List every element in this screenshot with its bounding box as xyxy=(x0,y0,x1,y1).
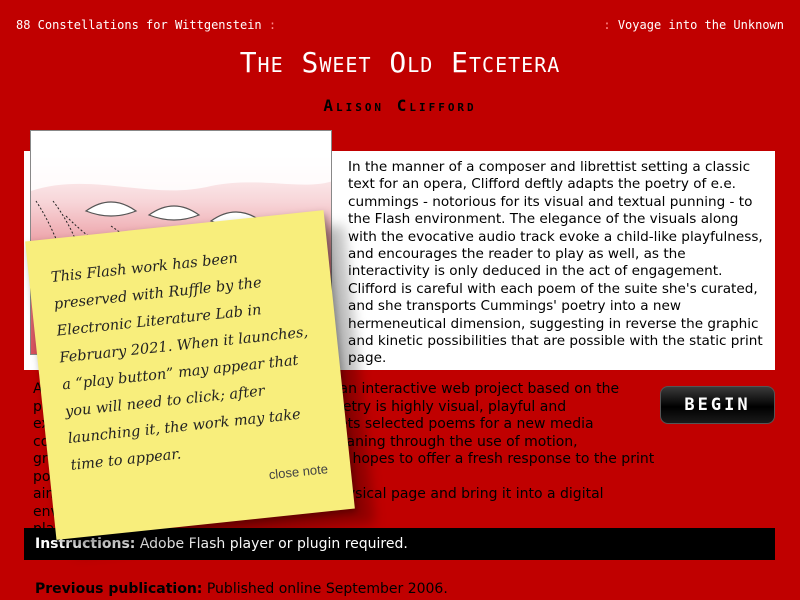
nav-previous-work[interactable]: 88 Constellations for Wittgenstein : xyxy=(16,18,276,32)
nav-separator: : xyxy=(603,18,611,32)
page-title: The Sweet Old Etcetera xyxy=(239,46,561,79)
author-name: Alison Clifford xyxy=(323,96,477,115)
begin-button[interactable]: BEGIN xyxy=(660,386,775,424)
nav-next-work[interactable]: : Voyage into the Unknown xyxy=(603,18,784,32)
close-note-link[interactable]: close note xyxy=(268,461,329,482)
nav-previous-label: 88 Constellations for Wittgenstein xyxy=(16,18,262,32)
previous-publication-label: Previous publication: xyxy=(35,581,203,597)
nav-separator: : xyxy=(268,18,277,32)
sticky-note: This Flash work has been preserved with … xyxy=(25,210,355,540)
previous-publication-text: Published online September 2006. xyxy=(206,581,448,597)
sticky-note-text: This Flash work has been preserved with … xyxy=(50,250,309,474)
description-text: In the manner of a composer and libretti… xyxy=(348,159,763,367)
nav-next-label: Voyage into the Unknown xyxy=(617,18,784,32)
previous-publication: Previous publication: Published online S… xyxy=(35,581,448,597)
